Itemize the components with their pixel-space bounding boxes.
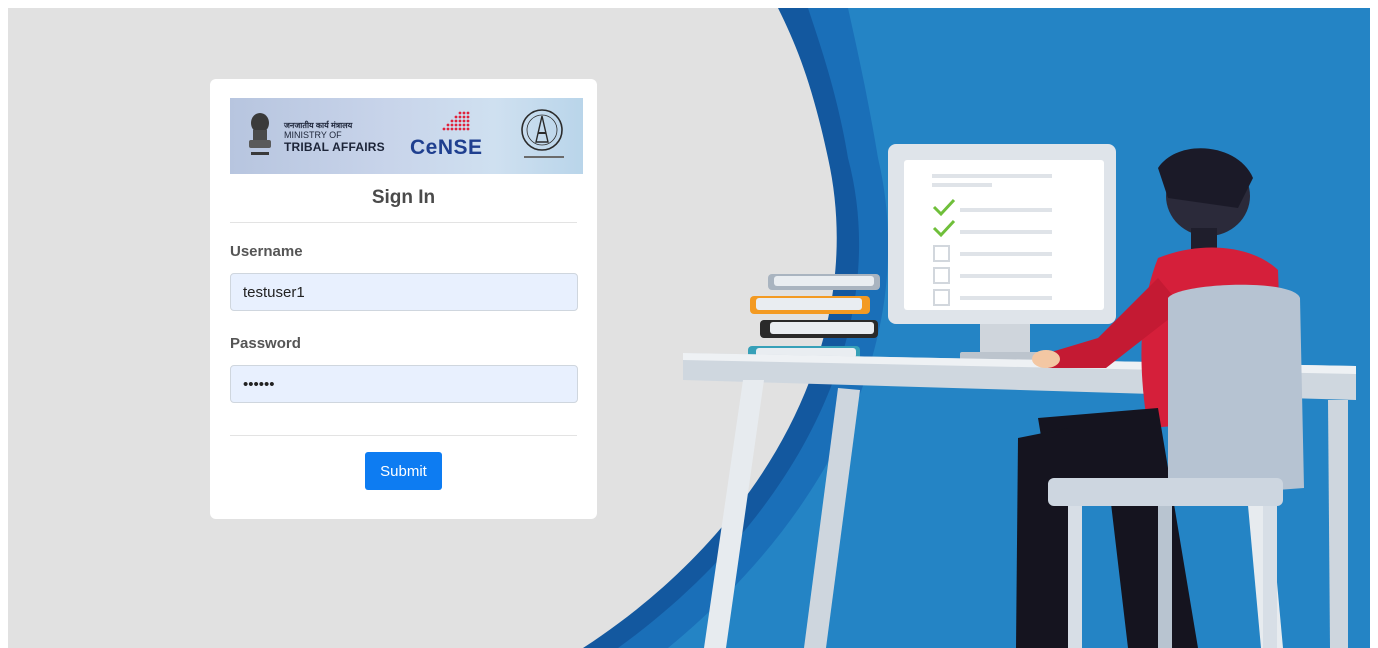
header-banner: जनजातीय कार्य मंत्रालय MINISTRY OF TRIBA… — [230, 98, 583, 174]
cense-logo: CeNSE — [410, 136, 483, 159]
ministry-text: जनजातीय कार्य मंत्रालय MINISTRY OF TRIBA… — [284, 121, 385, 154]
ministry-line1: MINISTRY OF — [284, 130, 342, 140]
institute-seal-icon — [521, 109, 564, 158]
username-input[interactable] — [230, 273, 578, 311]
page-title: Sign In — [371, 187, 436, 208]
form-divider — [230, 435, 577, 436]
submit-wrap: Submit — [230, 452, 577, 490]
submit-button[interactable]: Submit — [365, 452, 442, 490]
ministry-line2: TRIBAL AFFAIRS — [284, 140, 385, 154]
login-page: जनजातीय कार्य मंत्रालय MINISTRY OF TRIBA… — [8, 8, 1370, 648]
cense-dots-icon — [442, 111, 470, 131]
username-label: Username — [230, 243, 303, 260]
password-input[interactable] — [230, 365, 578, 403]
ministry-hindi: जनजातीय कार्य मंत्रालय — [284, 121, 353, 130]
login-card: जनजातीय कार्य मंत्रालय MINISTRY OF TRIBA… — [210, 79, 597, 519]
ashoka-emblem-icon — [249, 113, 271, 155]
title-divider — [230, 222, 577, 223]
password-label: Password — [230, 335, 301, 352]
